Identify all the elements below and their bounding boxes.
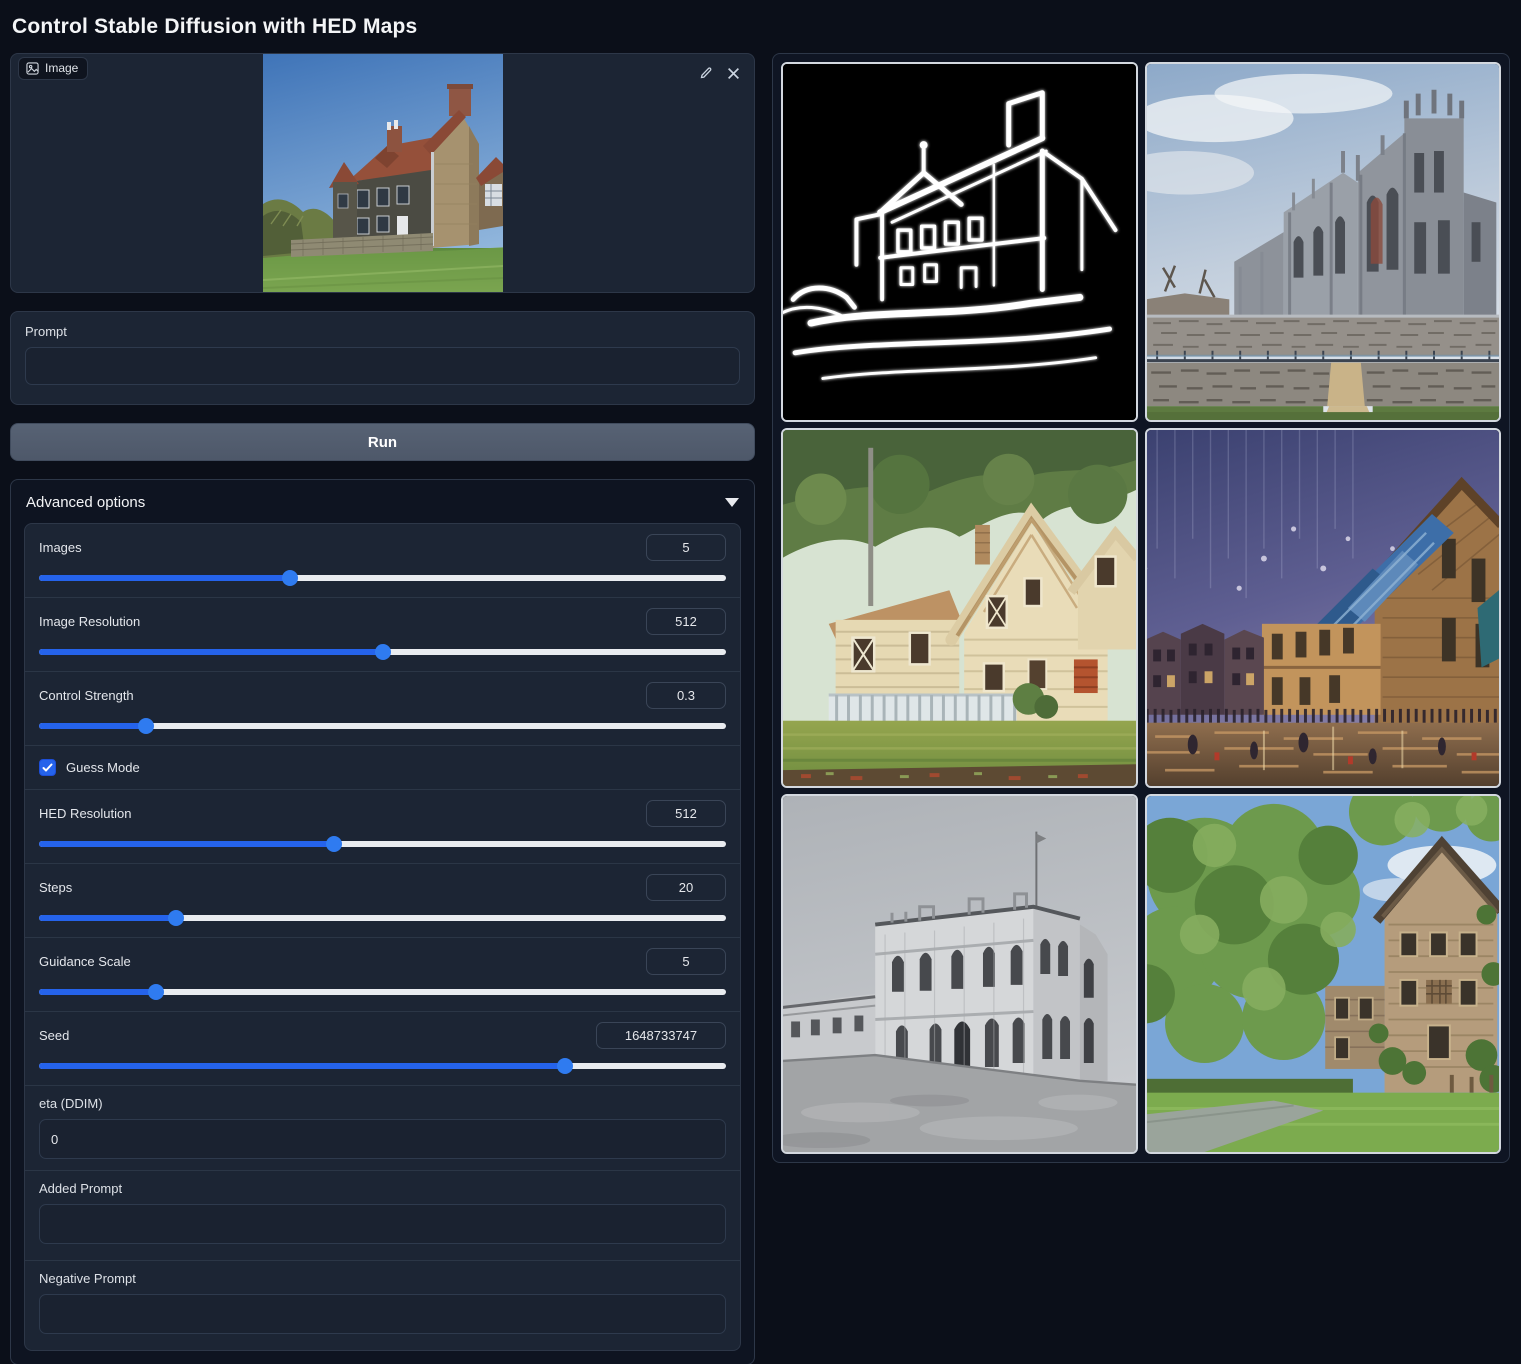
eta-input[interactable] [39,1119,726,1159]
added-prompt-label: Added Prompt [39,1181,726,1196]
gallery-item-wooden-house[interactable] [781,428,1138,788]
seed-slider[interactable] [39,1058,726,1074]
hed-edge-map-image [783,64,1136,420]
page-title: Control Stable Diffusion with HED Maps [0,0,1521,53]
steps-slider-block: Steps [25,864,740,938]
slider-handle[interactable] [326,836,342,852]
images-label: Images [39,540,82,555]
slider-fill [39,1063,565,1069]
seed-label: Seed [39,1028,69,1043]
image-actions [695,62,744,84]
uploaded-image[interactable] [263,54,503,293]
gallery-item-impressionist[interactable] [1145,428,1502,788]
gallery-item-stone-house[interactable] [1145,794,1502,1154]
image-label-badge: Image [18,57,88,80]
control-strength-number-input[interactable] [646,682,726,709]
prompt-panel: Prompt [10,311,755,405]
steps-label: Steps [39,880,72,895]
checkmark-icon [42,762,53,773]
edit-image-button[interactable] [695,62,717,84]
added-prompt-block: Added Prompt [25,1171,740,1261]
images-slider[interactable] [39,570,726,586]
pencil-icon [699,66,713,80]
slider-handle[interactable] [282,570,298,586]
controls-column: Image [10,53,755,1364]
results-column [772,53,1510,1163]
negative-prompt-input[interactable] [39,1294,726,1334]
slider-handle[interactable] [138,718,154,734]
steps-slider[interactable] [39,910,726,926]
slider-track [39,989,726,995]
slider-handle[interactable] [148,984,164,1000]
prompt-input[interactable] [25,347,740,385]
image-resolution-number-input[interactable] [646,608,726,635]
hed-resolution-label: HED Resolution [39,806,132,821]
negative-prompt-block: Negative Prompt [25,1261,740,1350]
main-columns: Image [0,53,1521,1364]
run-button[interactable]: Run [10,423,755,461]
slider-fill [39,723,146,729]
seed-slider-block: Seed [25,1012,740,1086]
close-icon [727,67,740,80]
slider-fill [39,841,334,847]
input-image-panel: Image [10,53,755,293]
eta-block: eta (DDIM) [25,1086,740,1171]
image-resolution-label: Image Resolution [39,614,140,629]
eta-label: eta (DDIM) [39,1096,726,1111]
output-gallery [772,53,1510,1163]
slider-handle[interactable] [375,644,391,660]
prompt-label: Prompt [25,324,740,339]
checkbox-checked-box [39,759,56,776]
cathedral-image [1147,64,1500,420]
guidance-scale-label: Guidance Scale [39,954,131,969]
slider-fill [39,575,290,581]
added-prompt-input[interactable] [39,1204,726,1244]
bw-building-image [783,796,1136,1152]
stone-house-image [1147,796,1500,1152]
hed-resolution-slider[interactable] [39,836,726,852]
gallery-item-cathedral[interactable] [1145,62,1502,422]
control-strength-label: Control Strength [39,688,134,703]
image-resolution-slider[interactable] [39,644,726,660]
clear-image-button[interactable] [722,62,744,84]
slider-track [39,915,726,921]
negative-prompt-label: Negative Prompt [39,1271,726,1286]
image-icon [26,62,39,75]
hed-resolution-slider-block: HED Resolution [25,790,740,864]
steps-number-input[interactable] [646,874,726,901]
wooden-house-image [783,430,1136,786]
images-number-input[interactable] [646,534,726,561]
slider-track [39,575,726,581]
house-photo-image [263,54,503,293]
slider-handle[interactable] [168,910,184,926]
gallery-item-bw-building[interactable] [781,794,1138,1154]
guess-mode-checkbox[interactable]: Guess Mode [25,746,740,790]
guidance-scale-slider-block: Guidance Scale [25,938,740,1012]
images-slider-block: Images [25,524,740,598]
hed-resolution-number-input[interactable] [646,800,726,827]
advanced-options-group: Images Image Resolution [24,523,741,1351]
advanced-options-accordion: Advanced options Images [10,479,755,1364]
slider-fill [39,915,176,921]
advanced-options-header[interactable]: Advanced options [24,492,741,523]
slider-fill [39,989,156,995]
control-strength-slider[interactable] [39,718,726,734]
slider-track [39,841,726,847]
guess-mode-label: Guess Mode [66,760,140,775]
slider-fill [39,649,383,655]
guidance-scale-number-input[interactable] [646,948,726,975]
image-label: Image [45,61,78,75]
seed-number-input[interactable] [596,1022,726,1049]
slider-track [39,1063,726,1069]
impressionist-dusk-image [1147,430,1500,786]
control-strength-slider-block: Control Strength [25,672,740,746]
image-resolution-slider-block: Image Resolution [25,598,740,672]
gallery-item-hed-map[interactable] [781,62,1138,422]
chevron-down-icon [725,498,739,507]
slider-handle[interactable] [557,1058,573,1074]
guidance-scale-slider[interactable] [39,984,726,1000]
advanced-options-title: Advanced options [26,494,145,511]
